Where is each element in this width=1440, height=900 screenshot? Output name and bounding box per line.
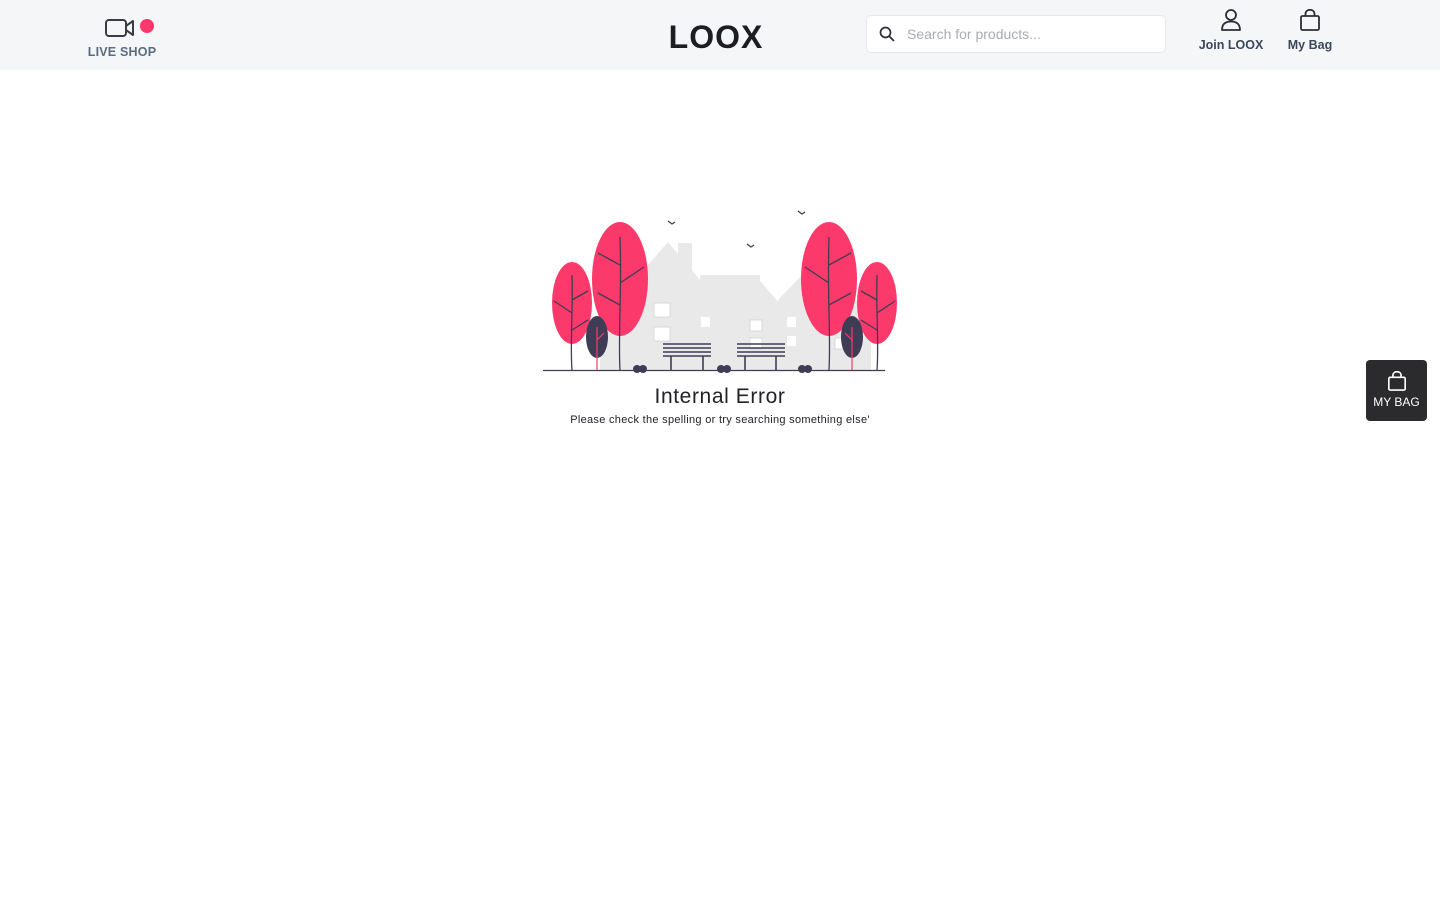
live-shop-label: LIVE SHOP <box>87 45 157 59</box>
site-logo[interactable]: LOOX <box>640 17 792 57</box>
my-bag-button[interactable]: My Bag <box>1280 8 1340 58</box>
floating-bag-button[interactable]: MY BAG <box>1366 360 1427 421</box>
video-camera-icon <box>105 19 134 37</box>
shopping-bag-icon <box>1387 370 1406 391</box>
live-dot-icon <box>140 19 154 33</box>
search-input[interactable] <box>907 16 1157 52</box>
join-loox-button[interactable]: Join LOOX <box>1192 8 1270 58</box>
search-icon[interactable] <box>879 26 895 42</box>
join-loox-label: Join LOOX <box>1198 38 1264 52</box>
error-message: Please check the spelling or try searchi… <box>570 414 870 426</box>
floating-bag-label: MY BAG <box>1373 395 1420 409</box>
birds-illustration <box>667 210 806 248</box>
shopping-bag-icon <box>1300 8 1320 31</box>
error-illustration <box>543 210 897 373</box>
site-header: LIVE SHOP LOOX Join LOOX My Bag <box>0 0 1440 70</box>
live-shop-button[interactable]: LIVE SHOP <box>86 14 160 62</box>
user-icon <box>1221 9 1241 31</box>
my-bag-label: My Bag <box>1287 38 1333 52</box>
search-bar[interactable] <box>866 15 1166 53</box>
error-title: Internal Error <box>654 385 786 408</box>
